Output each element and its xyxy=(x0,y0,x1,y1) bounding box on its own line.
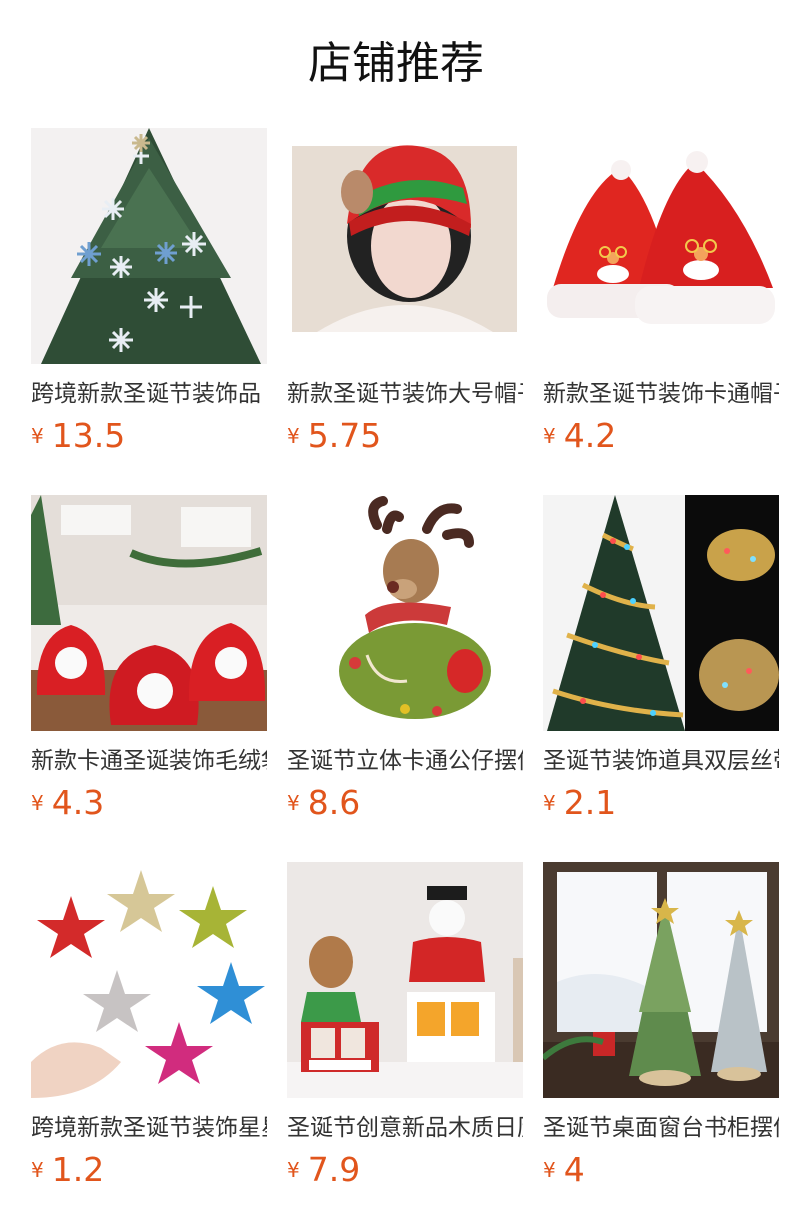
price-value: 5.75 xyxy=(307,416,382,455)
product-card[interactable]: 圣诞节装饰道具双层丝带 ¥2.1 xyxy=(543,495,779,825)
price-value: 1.2 xyxy=(51,1150,105,1189)
product-card[interactable]: 圣诞节创意新品木质日历 ¥7.9 xyxy=(287,862,523,1192)
price-value: 13.5 xyxy=(51,416,126,455)
currency-symbol: ¥ xyxy=(31,424,44,448)
price-value: 4 xyxy=(563,1150,585,1189)
page-title: 店铺推荐 xyxy=(308,38,484,89)
wooden-calendars-image xyxy=(287,862,523,1098)
currency-symbol: ¥ xyxy=(287,791,300,815)
product-image[interactable] xyxy=(543,128,779,364)
product-price: ¥4 xyxy=(543,1148,585,1192)
product-card[interactable]: 圣诞节立体卡通公仔摆件 ¥8.6 xyxy=(287,495,523,825)
woman-elf-hat-image xyxy=(287,128,523,364)
glitter-stars-image xyxy=(31,862,267,1098)
product-price: ¥1.2 xyxy=(31,1148,104,1192)
price-value: 2.1 xyxy=(563,783,617,822)
product-price: ¥8.6 xyxy=(287,781,360,825)
santa-gift-bags-image xyxy=(31,495,267,731)
product-image[interactable] xyxy=(287,128,523,364)
reindeer-plush-image xyxy=(287,495,523,731)
product-image[interactable] xyxy=(31,128,267,364)
product-image[interactable] xyxy=(31,495,267,731)
price-value: 7.9 xyxy=(307,1150,361,1189)
product-name[interactable]: 跨境新款圣诞节装饰星星 xyxy=(31,1110,267,1146)
currency-symbol: ¥ xyxy=(287,1158,300,1182)
product-name[interactable]: 新款卡通圣诞装饰毛绒袋 xyxy=(31,743,267,779)
santa-hats-image xyxy=(543,128,779,364)
product-card[interactable]: 跨境新款圣诞节装饰品 ¥13.5 xyxy=(31,128,267,458)
currency-symbol: ¥ xyxy=(543,424,556,448)
light-ribbon-tree-image xyxy=(543,495,779,731)
product-price: ¥4.2 xyxy=(543,414,616,458)
product-card[interactable]: 圣诞节桌面窗台书柜摆件 ¥4 xyxy=(543,862,779,1192)
tabletop-trees-image xyxy=(543,862,779,1098)
currency-symbol: ¥ xyxy=(31,1158,44,1182)
product-name[interactable]: 跨境新款圣诞节装饰品 xyxy=(31,376,267,412)
product-image[interactable] xyxy=(543,862,779,1098)
product-image[interactable] xyxy=(543,495,779,731)
product-card[interactable]: 新款圣诞节装饰卡通帽子 ¥4.2 xyxy=(543,128,779,458)
product-card[interactable]: 新款圣诞节装饰大号帽子 ¥5.75 xyxy=(287,128,523,458)
product-name[interactable]: 圣诞节桌面窗台书柜摆件 xyxy=(543,1110,779,1146)
product-image[interactable] xyxy=(31,862,267,1098)
product-image[interactable] xyxy=(287,495,523,731)
product-price: ¥13.5 xyxy=(31,414,125,458)
product-card[interactable]: 跨境新款圣诞节装饰星星 ¥1.2 xyxy=(31,862,267,1192)
product-name[interactable]: 新款圣诞节装饰卡通帽子 xyxy=(543,376,779,412)
product-price: ¥4.3 xyxy=(31,781,104,825)
product-price: ¥7.9 xyxy=(287,1148,360,1192)
product-name[interactable]: 圣诞节装饰道具双层丝带 xyxy=(543,743,779,779)
product-name[interactable]: 圣诞节立体卡通公仔摆件 xyxy=(287,743,523,779)
christmas-tree-snowflakes-image xyxy=(31,128,267,364)
currency-symbol: ¥ xyxy=(31,791,44,815)
product-price: ¥5.75 xyxy=(287,414,381,458)
price-value: 8.6 xyxy=(307,783,361,822)
product-name[interactable]: 新款圣诞节装饰大号帽子 xyxy=(287,376,523,412)
currency-symbol: ¥ xyxy=(287,424,300,448)
currency-symbol: ¥ xyxy=(543,791,556,815)
price-value: 4.2 xyxy=(563,416,617,455)
product-name[interactable]: 圣诞节创意新品木质日历 xyxy=(287,1110,523,1146)
price-value: 4.3 xyxy=(51,783,105,822)
currency-symbol: ¥ xyxy=(543,1158,556,1182)
product-image[interactable] xyxy=(287,862,523,1098)
product-card[interactable]: 新款卡通圣诞装饰毛绒袋 ¥4.3 xyxy=(31,495,267,825)
product-price: ¥2.1 xyxy=(543,781,616,825)
